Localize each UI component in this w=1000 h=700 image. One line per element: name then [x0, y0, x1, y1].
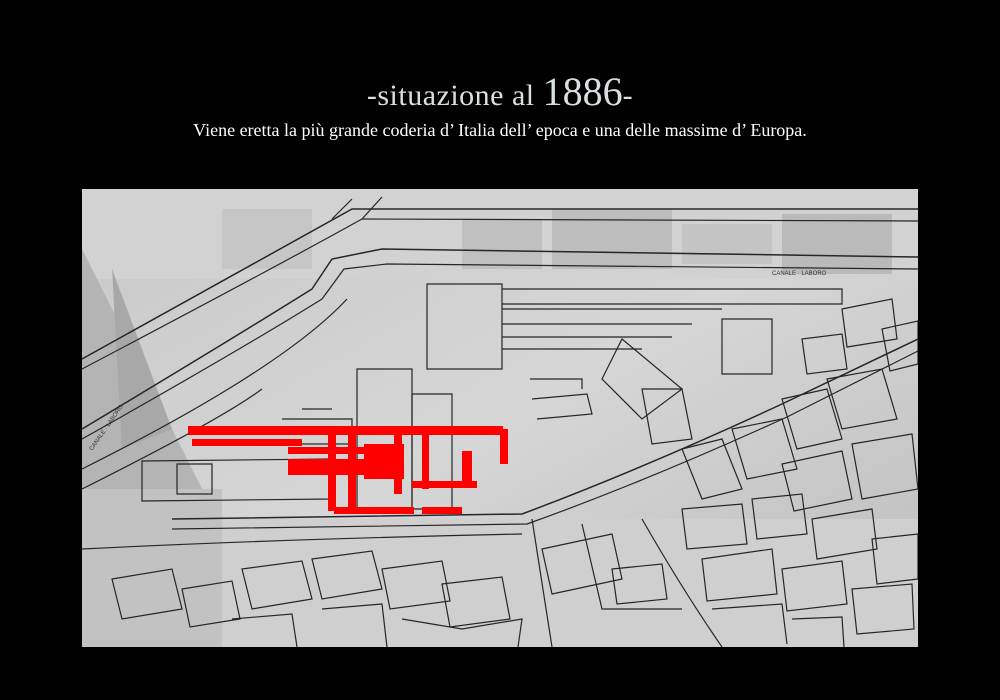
historical-site-map: CANALE · LABORO CANALE · LABORO — [82, 189, 918, 647]
title-year: 1886 — [542, 69, 623, 114]
title-prefix: -situazione al — [366, 79, 543, 112]
slide-subtitle: Viene eretta la più grande coderia d’ It… — [193, 120, 807, 140]
map-label: CANALE · LABORO — [772, 271, 827, 277]
slide-title: -situazione al 1886- — [0, 72, 1000, 112]
photo-background — [82, 189, 918, 647]
title-suffix: - — [622, 79, 634, 112]
